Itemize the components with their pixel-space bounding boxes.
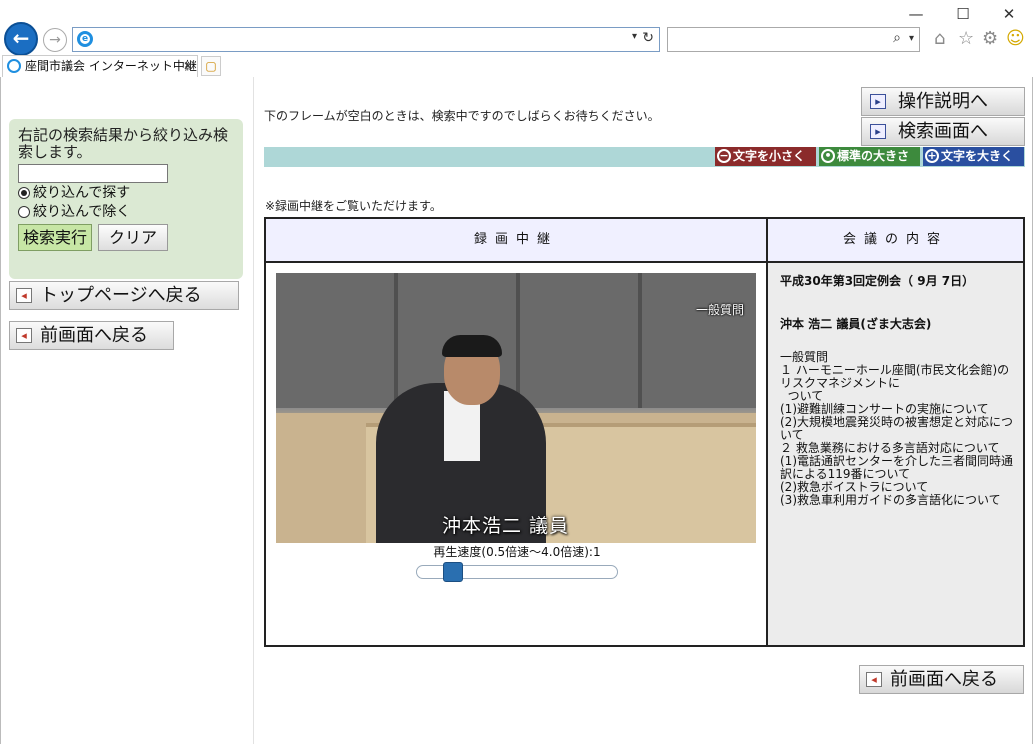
gear-icon[interactable]: ⚙ (982, 29, 998, 49)
refresh-icon[interactable]: ↻ (642, 30, 654, 46)
tab-ie-icon (7, 59, 21, 73)
prev-screen-button-left[interactable]: ◂ 前画面へ戻る (9, 321, 174, 350)
tab-close-icon[interactable]: ✕ (183, 56, 193, 76)
manual-label: 操作説明へ (898, 91, 988, 112)
font-small-label: 文字を小さく (733, 149, 806, 163)
prev-screen-label-left: 前画面へ戻る (40, 325, 148, 346)
refine-search-panel: 右記の検索結果から絞り込み検索します。 絞り込んで探す 絞り込んで除く 検索実行… (9, 119, 243, 279)
search-screen-button[interactable]: ▸ 検索画面へ (861, 117, 1025, 146)
tab-title: 座間市議会 インターネット中継 (25, 59, 197, 73)
top-page-label: トップページへ戻る (40, 285, 202, 306)
back-arrow-icon: ◂ (16, 328, 32, 343)
font-normal-label: 標準の大きさ (837, 149, 910, 163)
maximize-icon[interactable]: ☐ (952, 4, 974, 24)
smiley-feedback-icon[interactable]: ☺ (1006, 29, 1025, 49)
search-icon[interactable]: ⌕ (893, 30, 901, 46)
tab-row: 座間市議会 インターネット中継 ✕ ▢ (0, 55, 1033, 77)
video-column-header: 録画中継 (266, 219, 768, 263)
member-name: 沖本 浩二 議員(ざま大志会) (780, 317, 932, 331)
radio-exclude[interactable] (18, 206, 30, 218)
right-frame: 下のフレームが空白のときは、検索中ですのでしばらくお待ちください。 ▸ 操作説明… (255, 77, 1032, 744)
address-dropdown-icon[interactable]: ▾ (632, 31, 637, 42)
page-content: 右記の検索結果から絞り込み検索します。 絞り込んで探す 絞り込んで除く 検索実行… (0, 77, 1033, 744)
home-icon[interactable]: ⌂ (934, 29, 945, 49)
session-title: 平成30年第3回定例会（ 9月 7日） (780, 274, 975, 288)
new-tab-icon[interactable]: ▢ (201, 56, 221, 76)
radio-exclude-label: 絞り込んで除く (33, 204, 131, 220)
meeting-info-cell: 平成30年第3回定例会（ 9月 7日） 沖本 浩二 議員(ざま大志会) 一般質問… (768, 263, 1023, 645)
font-large-button[interactable]: + 文字を大きく (923, 147, 1024, 166)
video-wall (276, 273, 756, 408)
radio-exclude-row[interactable]: 絞り込んで除く (18, 203, 234, 221)
radio-include-label: 絞り込んで探す (33, 185, 131, 201)
forward-arrow-icon: ▸ (870, 124, 886, 139)
speed-label: 再生速度(0.5倍速〜4.0倍速):1 (433, 545, 601, 559)
radio-include[interactable] (18, 187, 30, 199)
video-speaker-hair (442, 335, 502, 357)
loading-notice: 下のフレームが空白のときは、検索中ですのでしばらくお待ちください。 (264, 109, 660, 123)
top-page-button[interactable]: ◂ トップページへ戻る (9, 281, 239, 310)
content-column-header: 会議の内容 (768, 219, 1023, 263)
favorites-star-icon[interactable]: ☆ (958, 29, 974, 49)
video-player[interactable]: 一般質問 沖本浩二 議員 (276, 273, 756, 543)
prev-screen-button-bottom[interactable]: ◂ 前画面へ戻る (859, 665, 1024, 694)
browser-search-input[interactable]: ⌕ ▾ (667, 27, 920, 52)
back-arrow-icon: ◂ (866, 672, 882, 687)
plus-circle-icon: + (925, 149, 939, 163)
back-arrow-icon[interactable]: ← (4, 22, 38, 56)
video-caption: 沖本浩二 議員 (442, 515, 570, 537)
minimize-icon[interactable]: — (905, 4, 927, 24)
font-normal-button[interactable]: • 標準の大きさ (819, 147, 920, 166)
ie-logo-icon: e (77, 31, 93, 47)
close-window-icon[interactable]: ✕ (998, 4, 1020, 24)
back-arrow-icon: ◂ (16, 288, 32, 303)
font-large-label: 文字を大きく (941, 149, 1014, 163)
dot-circle-icon: • (821, 149, 835, 163)
left-frame: 右記の検索結果から絞り込み検索します。 絞り込んで探す 絞り込んで除く 検索実行… (1, 77, 254, 744)
search-dropdown-icon[interactable]: ▾ (909, 33, 914, 44)
search-screen-label: 検索画面へ (898, 121, 988, 142)
minus-circle-icon: − (717, 149, 731, 163)
search-button-row: 検索実行 クリア (18, 224, 234, 251)
question-content: 一般質問 １ ハーモニーホール座間(市民文化会館)のリスクマネジメントに ついて… (780, 350, 1013, 507)
address-bar[interactable]: e ▾ ↻ (72, 27, 660, 52)
font-size-bar: − 文字を小さく • 標準の大きさ + 文字を大きく (264, 147, 1025, 167)
speed-slider-thumb[interactable] (443, 562, 463, 582)
video-badge: 一般質問 (695, 303, 744, 317)
broadcast-table: 録画中継 会議の内容 一般質問 沖本浩二 議員 再生速度(0.5倍速〜4.0倍速… (264, 217, 1025, 647)
refine-search-intro: 右記の検索結果から絞り込み検索します。 (18, 126, 229, 161)
recording-note: ※録画中継をご覧いただけます。 (265, 199, 442, 213)
search-execute-button[interactable]: 検索実行 (18, 224, 93, 251)
video-cell: 一般質問 沖本浩二 議員 再生速度(0.5倍速〜4.0倍速):1 (266, 263, 768, 645)
speed-slider[interactable] (416, 562, 618, 582)
refine-search-input[interactable] (18, 164, 168, 183)
clear-button[interactable]: クリア (98, 224, 169, 251)
manual-button[interactable]: ▸ 操作説明へ (861, 87, 1025, 116)
browser-tab[interactable]: 座間市議会 インターネット中継 ✕ (2, 55, 198, 77)
forward-arrow-icon: ▸ (870, 94, 886, 109)
prev-screen-label-bottom: 前画面へ戻る (890, 669, 998, 690)
radio-include-row[interactable]: 絞り込んで探す (18, 184, 234, 202)
font-small-button[interactable]: − 文字を小さく (715, 147, 816, 166)
forward-arrow-icon[interactable]: → (43, 28, 67, 52)
address-row: ← → e ▾ ↻ ⌕ ▾ ⌂ ☆ ⚙ ☺ (0, 22, 1033, 56)
